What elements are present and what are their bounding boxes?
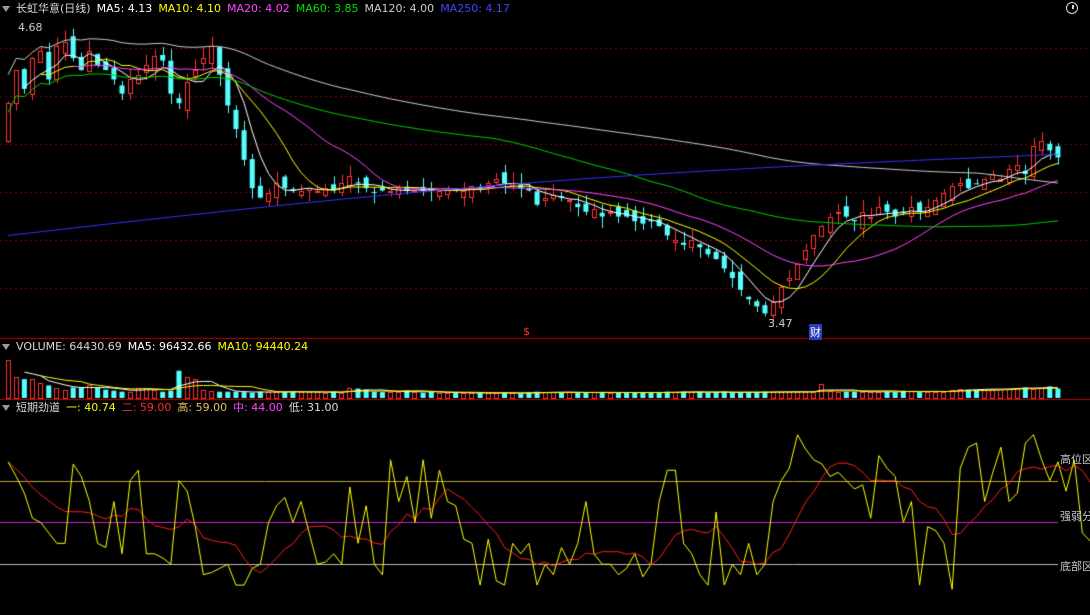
level-mid-label: 强弱分界: [1060, 510, 1090, 523]
low-price-annotation: 3.47: [768, 317, 793, 330]
high-price-annotation: 4.68: [18, 21, 43, 34]
level-high-label: 高位区: [1060, 453, 1090, 466]
collapse-triangle-icon[interactable]: [2, 6, 10, 12]
indicator-name: 短期劲道: [16, 401, 60, 414]
finance-marker[interactable]: 财: [809, 324, 822, 340]
stock-title: 长虹华意(日线): [16, 2, 91, 15]
collapse-triangle-icon[interactable]: [2, 344, 10, 350]
ma10-label: MA10: 4.10: [158, 2, 222, 15]
indicator-mid-label: 中: 44.00: [233, 401, 283, 414]
volume-label: VOLUME: 64430.69: [16, 340, 122, 353]
ma250-label: MA250: 4.17: [440, 2, 510, 15]
volume-panel-header: VOLUME: 64430.69 MA5: 96432.66 MA10: 94440…: [2, 340, 314, 354]
price-panel-header: 长虹华意(日线) MA5: 4.13 MA10: 4.10 MA20: 4.02 MA6…: [2, 2, 516, 16]
ma60-label: MA60: 3.85: [295, 2, 359, 15]
indicator-line1-label: 一: 40.74: [66, 401, 116, 414]
ma20-label: MA20: 4.02: [227, 2, 290, 15]
candlestick-chart-canvas[interactable]: [0, 0, 1090, 615]
indicator-line2-label: 二: 59.00: [121, 401, 172, 414]
indicator-panel-header: 短期劲道 一: 40.74 二: 59.00 高: 59.00 中: 44.00 低: 3…: [2, 401, 345, 415]
ma120-label: MA120: 4.00: [364, 2, 435, 15]
volume-ma5-label: MA5: 96432.66: [127, 340, 212, 353]
collapse-triangle-icon[interactable]: [2, 405, 10, 411]
level-low-label: 底部区: [1060, 560, 1090, 573]
indicator-low-label: 低: 31.00: [288, 401, 339, 414]
dividend-marker[interactable]: $: [523, 325, 530, 338]
ma5-label: MA5: 4.13: [96, 2, 153, 15]
indicator-high-label: 高: 59.00: [177, 401, 228, 414]
volume-ma10-label: MA10: 94440.24: [217, 340, 309, 353]
power-icon[interactable]: [1066, 2, 1078, 14]
